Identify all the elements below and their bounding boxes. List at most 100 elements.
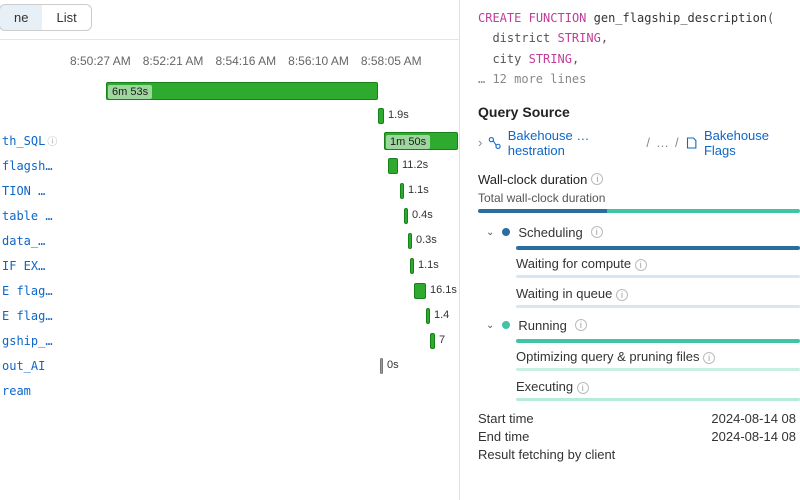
gantt-row[interactable]: table … 0.4s (0, 203, 459, 228)
waiting-queue-bar (516, 305, 800, 308)
gantt-row[interactable]: data_…0.3s (0, 228, 459, 253)
tab-timeline[interactable]: ne (0, 4, 43, 31)
sql-type: STRING (529, 52, 572, 66)
details-panel: CREATE FUNCTION gen_flagship_description… (460, 0, 800, 500)
gantt-track: 6m 53s (58, 81, 459, 101)
gantt-row[interactable]: 6m 53s (0, 78, 459, 103)
duration-bar[interactable] (378, 108, 384, 124)
info-icon[interactable]: i (703, 352, 715, 364)
gantt-row[interactable]: th_SQLⓘ 1m 50s (0, 128, 459, 153)
chevron-right-icon[interactable]: › (478, 135, 482, 150)
breadcrumb-link[interactable]: Bakehouse Flags (704, 128, 800, 158)
duration-bar[interactable] (430, 333, 435, 349)
info-icon[interactable]: i (577, 382, 589, 394)
duration-bar[interactable] (414, 283, 426, 299)
chevron-down-icon[interactable]: ⌄ (486, 227, 494, 238)
info-icon[interactable]: i (591, 173, 603, 185)
bar-label: 1m 50s (386, 135, 430, 149)
task-label[interactable]: out_AI (0, 359, 58, 373)
gantt-track: 16.1s (58, 281, 459, 301)
view-tabs: neList (0, 0, 459, 40)
scheduling-group: ⌄ Scheduling i Waiting for compute i Wai… (486, 225, 800, 308)
gantt-track: 11.2s (58, 156, 459, 176)
task-label[interactable]: table … (0, 209, 58, 223)
running-bar (516, 339, 800, 343)
bar-duration-text: 0.4s (412, 209, 433, 221)
duration-bar[interactable] (410, 258, 414, 274)
task-label[interactable]: IF EX… (0, 259, 58, 273)
chevron-down-icon[interactable]: ⌄ (486, 320, 494, 331)
sql-preview: CREATE FUNCTION gen_flagship_description… (478, 8, 800, 90)
bar-duration-text: 1.4 (434, 309, 449, 321)
scheduling-label: Scheduling (518, 225, 582, 240)
duration-bar[interactable] (380, 358, 383, 374)
wall-clock-label: Wall-clock duration i (478, 172, 800, 187)
gantt-chart: 6m 53s1.9sth_SQLⓘ1m 50sflagsh…11.2sTION … (0, 78, 459, 478)
workflow-icon (488, 136, 501, 150)
gantt-row[interactable]: TION … 1.1s (0, 178, 459, 203)
tab-list[interactable]: List (42, 4, 91, 31)
info-icon[interactable]: ⓘ (47, 137, 57, 148)
breadcrumb: › Bakehouse …hestration / … / Bakehouse … (478, 128, 800, 158)
time-tick: 8:52:21 AM (143, 54, 204, 68)
duration-bar[interactable]: 6m 53s (106, 82, 378, 100)
task-label[interactable]: E flag… (0, 284, 58, 298)
gantt-row[interactable]: 1.9s (0, 103, 459, 128)
sql-keyword: CREATE (478, 11, 521, 25)
breadcrumb-ellipsis[interactable]: … (656, 135, 669, 150)
info-icon[interactable]: i (616, 289, 628, 301)
gantt-track: 0.3s (58, 231, 459, 251)
duration-bar[interactable] (388, 158, 398, 174)
sql-more-lines[interactable]: … 12 more lines (478, 72, 586, 86)
running-group: ⌄ Running i Optimizing query & pruning f… (486, 318, 800, 401)
duration-bar[interactable] (408, 233, 412, 249)
duration-bar[interactable]: 1m 50s (384, 132, 458, 150)
gantt-row[interactable]: gship_… 7 (0, 328, 459, 353)
running-dot-icon (502, 321, 510, 329)
sql-keyword: FUNCTION (529, 11, 587, 25)
bar-label: 6m 53s (108, 85, 152, 99)
end-time-row: End time2024-08-14 08 (478, 429, 800, 444)
query-source-title: Query Source (478, 104, 800, 120)
breadcrumb-separator: / (646, 135, 650, 150)
info-icon[interactable]: i (591, 226, 603, 238)
bar-duration-text: 16.1s (430, 284, 457, 296)
start-time-row: Start time2024-08-14 08 (478, 411, 800, 426)
time-axis: 8:50:27 AM 8:52:21 AM 8:54:16 AM 8:56:10… (0, 40, 459, 78)
optimizing-label: Optimizing query & pruning files (516, 349, 700, 364)
task-label[interactable]: th_SQLⓘ (0, 133, 58, 148)
time-tick: 8:54:16 AM (215, 54, 276, 68)
task-label[interactable]: data_… (0, 234, 58, 248)
task-label[interactable]: flagsh… (0, 159, 58, 173)
info-icon[interactable]: i (635, 259, 647, 271)
file-icon (685, 136, 698, 150)
duration-bar[interactable] (404, 208, 408, 224)
duration-bar[interactable] (400, 183, 404, 199)
breadcrumb-link[interactable]: Bakehouse …hestration (508, 128, 641, 158)
bar-duration-text: 1.1s (418, 259, 439, 271)
task-label[interactable]: TION … (0, 184, 58, 198)
gantt-track: 1.1s (58, 181, 459, 201)
task-label[interactable]: ream (0, 384, 58, 398)
task-label[interactable]: E flag… (0, 309, 58, 323)
gantt-track: 1.9s (58, 106, 459, 126)
gantt-track (58, 381, 459, 401)
info-icon[interactable]: i (575, 319, 587, 331)
gantt-row[interactable]: E flag… 16.1s (0, 278, 459, 303)
gantt-row[interactable]: flagsh…11.2s (0, 153, 459, 178)
waiting-compute-label: Waiting for compute (516, 256, 631, 271)
gantt-row[interactable]: IF EX… 1.1s (0, 253, 459, 278)
task-label[interactable]: gship_… (0, 334, 58, 348)
gantt-row[interactable]: ream (0, 378, 459, 403)
time-tick: 8:50:27 AM (70, 54, 131, 68)
total-wall-clock-label: Total wall-clock duration (478, 191, 800, 205)
executing-label: Executing (516, 379, 573, 394)
gantt-track: 7 (58, 331, 459, 351)
sql-arg: city (492, 52, 521, 66)
bar-duration-text: 1.1s (408, 184, 429, 196)
bar-duration-text: 7 (439, 334, 445, 346)
gantt-row[interactable]: out_AI0s (0, 353, 459, 378)
gantt-row[interactable]: E flag… 1.4 (0, 303, 459, 328)
duration-bar[interactable] (426, 308, 430, 324)
timeline-panel: neList 8:50:27 AM 8:52:21 AM 8:54:16 AM … (0, 0, 460, 500)
